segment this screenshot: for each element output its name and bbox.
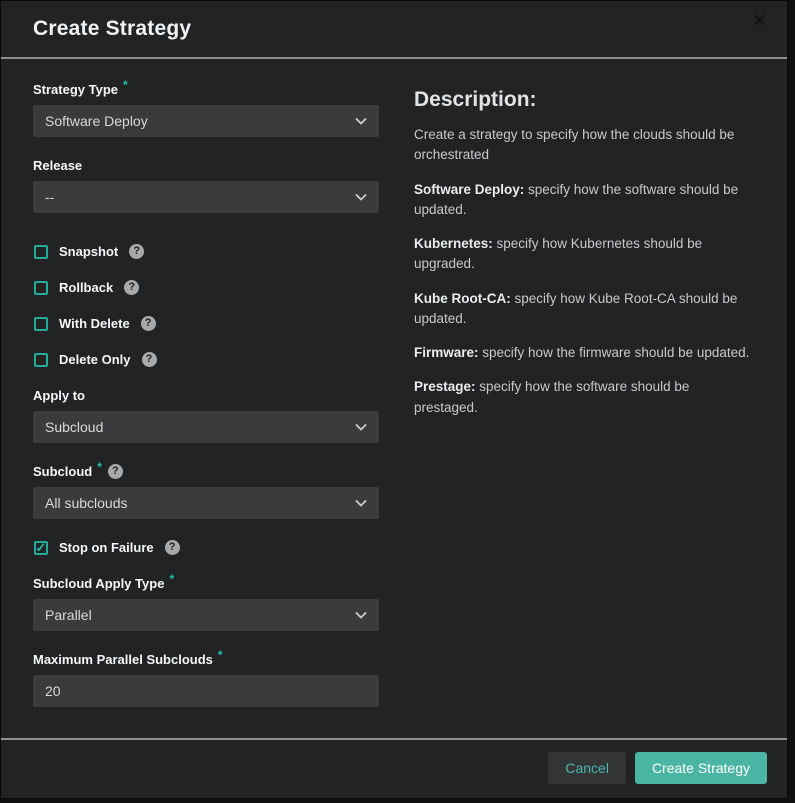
with-delete-label: With Delete bbox=[59, 316, 130, 331]
strategy-type-value: Software Deploy bbox=[45, 113, 148, 129]
create-strategy-modal: Create Strategy ✕ Strategy Type* Softwar… bbox=[0, 0, 788, 799]
create-strategy-button[interactable]: Create Strategy bbox=[635, 752, 767, 784]
with-delete-checkbox[interactable] bbox=[34, 317, 48, 331]
subcloud-apply-type-label-text: Subcloud Apply Type bbox=[33, 576, 164, 591]
release-select[interactable]: -- bbox=[33, 181, 379, 213]
help-icon[interactable]: ? bbox=[108, 464, 123, 479]
snapshot-checkbox[interactable] bbox=[34, 245, 48, 259]
stop-on-failure-checkbox-row[interactable]: Stop on Failure ? bbox=[34, 540, 379, 555]
description-term: Firmware: bbox=[414, 345, 479, 360]
description-term: Kube Root-CA: bbox=[414, 291, 511, 306]
max-parallel-subclouds-label-text: Maximum Parallel Subclouds bbox=[33, 652, 213, 667]
form-column: Strategy Type* Software Deploy Release -… bbox=[33, 82, 379, 738]
rollback-checkbox-row[interactable]: Rollback ? bbox=[34, 280, 379, 295]
delete-only-checkbox[interactable] bbox=[34, 353, 48, 367]
snapshot-label: Snapshot bbox=[59, 244, 118, 259]
subcloud-apply-type-select[interactable]: Parallel bbox=[33, 599, 379, 631]
required-asterisk: * bbox=[169, 572, 174, 586]
apply-to-label-text: Apply to bbox=[33, 388, 85, 403]
close-icon[interactable]: ✕ bbox=[753, 12, 767, 29]
strategy-type-select[interactable]: Software Deploy bbox=[33, 105, 379, 137]
description-item: Prestage: specify how the software shoul… bbox=[414, 377, 755, 418]
subcloud-label-text: Subcloud bbox=[33, 464, 92, 479]
chevron-down-icon bbox=[355, 611, 367, 619]
modal-footer: Cancel Create Strategy bbox=[1, 740, 787, 798]
required-asterisk: * bbox=[97, 460, 102, 474]
description-item: Kube Root-CA: specify how Kube Root-CA s… bbox=[414, 289, 755, 330]
subcloud-select[interactable]: All subclouds bbox=[33, 487, 379, 519]
release-value: -- bbox=[45, 189, 54, 205]
delete-only-checkbox-row[interactable]: Delete Only ? bbox=[34, 352, 379, 367]
subcloud-label: Subcloud* ? bbox=[33, 464, 379, 479]
delete-only-label: Delete Only bbox=[59, 352, 131, 367]
description-column: Description: Create a strategy to specif… bbox=[414, 82, 755, 738]
cancel-button[interactable]: Cancel bbox=[548, 752, 626, 784]
description-term: Prestage: bbox=[414, 379, 476, 394]
modal-body: Strategy Type* Software Deploy Release -… bbox=[1, 59, 787, 738]
apply-to-value: Subcloud bbox=[45, 419, 103, 435]
max-parallel-subclouds-input[interactable] bbox=[33, 675, 379, 707]
description-intro: Create a strategy to specify how the clo… bbox=[414, 125, 755, 166]
strategy-type-label-text: Strategy Type bbox=[33, 82, 118, 97]
help-icon[interactable]: ? bbox=[124, 280, 139, 295]
release-label: Release bbox=[33, 158, 379, 173]
subcloud-value: All subclouds bbox=[45, 495, 128, 511]
snapshot-checkbox-row[interactable]: Snapshot ? bbox=[34, 244, 379, 259]
release-label-text: Release bbox=[33, 158, 82, 173]
help-icon[interactable]: ? bbox=[165, 540, 180, 555]
rollback-checkbox[interactable] bbox=[34, 281, 48, 295]
chevron-down-icon bbox=[355, 423, 367, 431]
apply-to-select[interactable]: Subcloud bbox=[33, 411, 379, 443]
help-icon[interactable]: ? bbox=[129, 244, 144, 259]
required-asterisk: * bbox=[218, 648, 223, 662]
subcloud-apply-type-label: Subcloud Apply Type* bbox=[33, 576, 379, 591]
chevron-down-icon bbox=[355, 499, 367, 507]
stop-on-failure-checkbox[interactable] bbox=[34, 541, 48, 555]
description-item: Software Deploy: specify how the softwar… bbox=[414, 180, 755, 221]
help-icon[interactable]: ? bbox=[142, 352, 157, 367]
modal-header: Create Strategy ✕ bbox=[1, 1, 787, 57]
help-icon[interactable]: ? bbox=[141, 316, 156, 331]
chevron-down-icon bbox=[355, 193, 367, 201]
description-text: specify how the firmware should be updat… bbox=[479, 345, 750, 360]
apply-to-label: Apply to bbox=[33, 388, 379, 403]
stop-on-failure-label: Stop on Failure bbox=[59, 540, 154, 555]
modal-title: Create Strategy bbox=[33, 17, 191, 41]
rollback-label: Rollback bbox=[59, 280, 113, 295]
description-heading: Description: bbox=[414, 88, 755, 112]
max-parallel-subclouds-label: Maximum Parallel Subclouds* bbox=[33, 652, 379, 667]
chevron-down-icon bbox=[355, 117, 367, 125]
strategy-type-label: Strategy Type* bbox=[33, 82, 379, 97]
required-asterisk: * bbox=[123, 78, 128, 92]
description-item: Firmware: specify how the firmware shoul… bbox=[414, 343, 755, 363]
with-delete-checkbox-row[interactable]: With Delete ? bbox=[34, 316, 379, 331]
description-item: Kubernetes: specify how Kubernetes shoul… bbox=[414, 234, 755, 275]
description-term: Kubernetes: bbox=[414, 236, 493, 251]
subcloud-apply-type-value: Parallel bbox=[45, 607, 92, 623]
description-term: Software Deploy: bbox=[414, 182, 524, 197]
